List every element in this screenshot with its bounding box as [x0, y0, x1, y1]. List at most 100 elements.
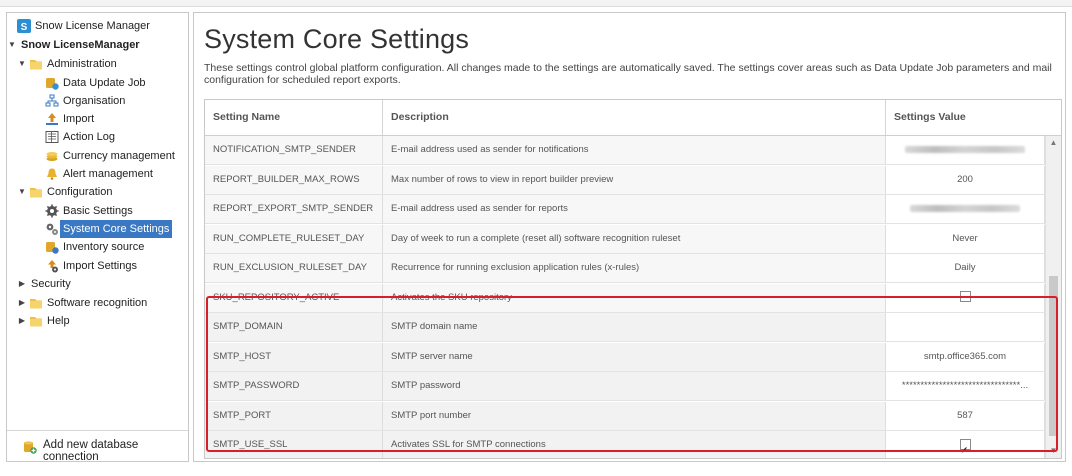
setting-description-cell: SMTP server name [383, 342, 886, 371]
setting-value-cell[interactable] [886, 283, 1045, 312]
column-header-description[interactable]: Description [383, 100, 886, 135]
setting-name-cell: RUN_COMPLETE_RULESET_DAY [205, 224, 383, 253]
table-row[interactable]: REPORT_BUILDER_MAX_ROWS Max number of row… [205, 165, 1045, 195]
sidebar-item-label: Organisation [63, 95, 126, 107]
setting-description-cell: Day of week to run a complete (reset all… [383, 224, 886, 253]
collapse-arrow-icon[interactable]: ▶ [17, 275, 27, 293]
bell-icon [47, 168, 57, 180]
setting-description-cell: Max number of rows to view in report bui… [383, 165, 886, 194]
log-icon [45, 131, 59, 143]
setting-value-cell[interactable] [886, 431, 1045, 458]
setting-checkbox[interactable] [959, 291, 971, 303]
table-row[interactable]: SMTP_HOST SMTP server name smtp.office365.… [205, 342, 1045, 372]
sidebar-item-label: Administration [47, 58, 117, 70]
setting-value-text: smtp.office365.com [923, 350, 1007, 362]
scroll-down-arrow-icon[interactable]: ▼ [1046, 444, 1061, 458]
setting-checkbox[interactable] [959, 437, 971, 458]
table-row[interactable]: SMTP_PASSWORD SMTP password **************… [205, 372, 1045, 401]
sidebar-item-label: Security [31, 278, 71, 290]
setting-value-text: ********************************... [901, 380, 1029, 391]
table-row[interactable]: NOTIFICATION_SMTP_SENDER E-mail address u… [205, 136, 1045, 165]
folder-icon [30, 188, 42, 198]
scrollbar-thumb[interactable] [1049, 276, 1058, 436]
table-row[interactable]: SMTP_PORT SMTP port number 587 [205, 401, 1045, 431]
sidebar-item-label: Import Settings [63, 260, 137, 272]
expand-arrow-icon[interactable]: ▼ [7, 36, 17, 54]
snow-logo-icon: S [17, 19, 31, 33]
setting-value-cell[interactable] [886, 195, 1045, 223]
table-row[interactable]: SKU_REPOSITORY_ACTIVE Activates the SKU r… [205, 283, 1045, 313]
organisation-icon [45, 94, 59, 107]
setting-description-cell: E-mail address used as sender for notifi… [383, 136, 886, 164]
setting-value-text: Never [952, 232, 978, 244]
window-top-edge [0, 0, 1072, 7]
setting-description-cell: SMTP port number [383, 401, 886, 430]
setting-description-cell: SMTP domain name [383, 313, 886, 341]
grid-vertical-scrollbar[interactable]: ▲ ▼ [1045, 136, 1061, 458]
import-icon [46, 113, 58, 125]
collapse-arrow-icon[interactable]: ▶ [17, 312, 27, 330]
setting-value-cell[interactable]: smtp.office365.com [886, 342, 1045, 371]
grid-header: Setting Name Description Settings Value [205, 100, 1061, 136]
redacted-email-value [905, 145, 1025, 153]
currency-icon [46, 152, 58, 161]
column-header-settings-value[interactable]: Settings Value [886, 100, 1061, 135]
sidebar-item-label: Alert management [63, 168, 153, 180]
svg-text:S: S [21, 22, 28, 33]
table-row[interactable]: RUN_COMPLETE_RULESET_DAY Day of week to r… [205, 224, 1045, 254]
table-row[interactable]: RUN_EXCLUSION_RULESET_DAY Recurrence for … [205, 254, 1045, 283]
column-header-setting-name[interactable]: Setting Name [205, 100, 383, 135]
setting-value-cell[interactable]: Never [886, 224, 1045, 253]
setting-value-text: 200 [957, 173, 973, 185]
setting-value-cell[interactable]: 200 [886, 165, 1045, 194]
navigation-sidebar: S Snow License Manager ▼ Snow LicenseMana… [6, 12, 189, 463]
setting-value-cell[interactable]: ********************************... [886, 372, 1045, 400]
setting-value-cell[interactable]: Daily [886, 254, 1045, 282]
setting-name-cell: RUN_EXCLUSION_RULESET_DAY [205, 254, 383, 282]
setting-name-cell: SMTP_PASSWORD [205, 372, 383, 400]
table-row[interactable]: SMTP_DOMAIN SMTP domain name [205, 313, 1045, 342]
setting-name-cell: NOTIFICATION_SMTP_SENDER [205, 136, 383, 164]
setting-name-cell: SMTP_PORT [205, 401, 383, 430]
tree-root-label: Snow License Manager [35, 20, 150, 32]
sidebar-item-label: Software recognition [47, 297, 148, 309]
sidebar-item-label: Data Update Job [63, 77, 146, 89]
sidebar-item-label: Inventory source [63, 241, 145, 253]
setting-description-cell: Activates SSL for SMTP connections [383, 431, 886, 458]
setting-name-cell: SKU_REPOSITORY_ACTIVE [205, 283, 383, 312]
sidebar-item-label: Basic Settings [63, 205, 133, 217]
setting-value-text: Daily [954, 262, 976, 273]
add-database-connection-link[interactable]: Add new database connection [7, 430, 188, 463]
setting-name-cell: REPORT_EXPORT_SMTP_SENDER [205, 195, 383, 223]
setting-description-cell: E-mail address used as sender for report… [383, 195, 886, 223]
add-database-connection-label: Add new database connection [43, 439, 139, 463]
page-title: System Core Settings [204, 24, 470, 54]
setting-value-cell[interactable] [886, 136, 1045, 164]
folder-icon [30, 317, 42, 327]
table-row[interactable]: SMTP_USE_SSL Activates SSL for SMTP conne… [205, 431, 1045, 458]
setting-name-cell: SMTP_HOST [205, 342, 383, 371]
setting-name-cell: SMTP_USE_SSL [205, 431, 383, 458]
sidebar-item-label: Action Log [63, 131, 115, 143]
scroll-up-arrow-icon[interactable]: ▲ [1046, 136, 1061, 150]
table-row[interactable]: REPORT_EXPORT_SMTP_SENDER E-mail address … [205, 195, 1045, 224]
setting-name-cell: SMTP_DOMAIN [205, 313, 383, 341]
page-description: These settings control global platform c… [204, 62, 1052, 86]
sidebar-item-label: System Core Settings [60, 220, 173, 238]
settings-grid: Setting Name Description Settings Value … [204, 99, 1062, 459]
add-database-icon [24, 441, 37, 454]
sidebar-item-label: Import [63, 113, 95, 125]
sidebar-item-label: Configuration [47, 186, 113, 198]
gear-icon [45, 204, 59, 218]
folder-icon [30, 299, 42, 309]
folder-icon [30, 60, 42, 70]
collapse-arrow-icon[interactable]: ▶ [17, 294, 27, 312]
setting-value-cell[interactable] [886, 313, 1045, 341]
expand-arrow-icon[interactable]: ▼ [17, 183, 27, 201]
sidebar-item-label: Snow LicenseManager [21, 39, 140, 51]
sidebar-item-label: Currency management [63, 150, 175, 162]
data-update-icon [46, 78, 59, 90]
setting-value-cell[interactable]: 587 [886, 401, 1045, 430]
main-panel: System Core Settings These settings cont… [193, 12, 1066, 462]
expand-arrow-icon[interactable]: ▼ [17, 55, 27, 73]
